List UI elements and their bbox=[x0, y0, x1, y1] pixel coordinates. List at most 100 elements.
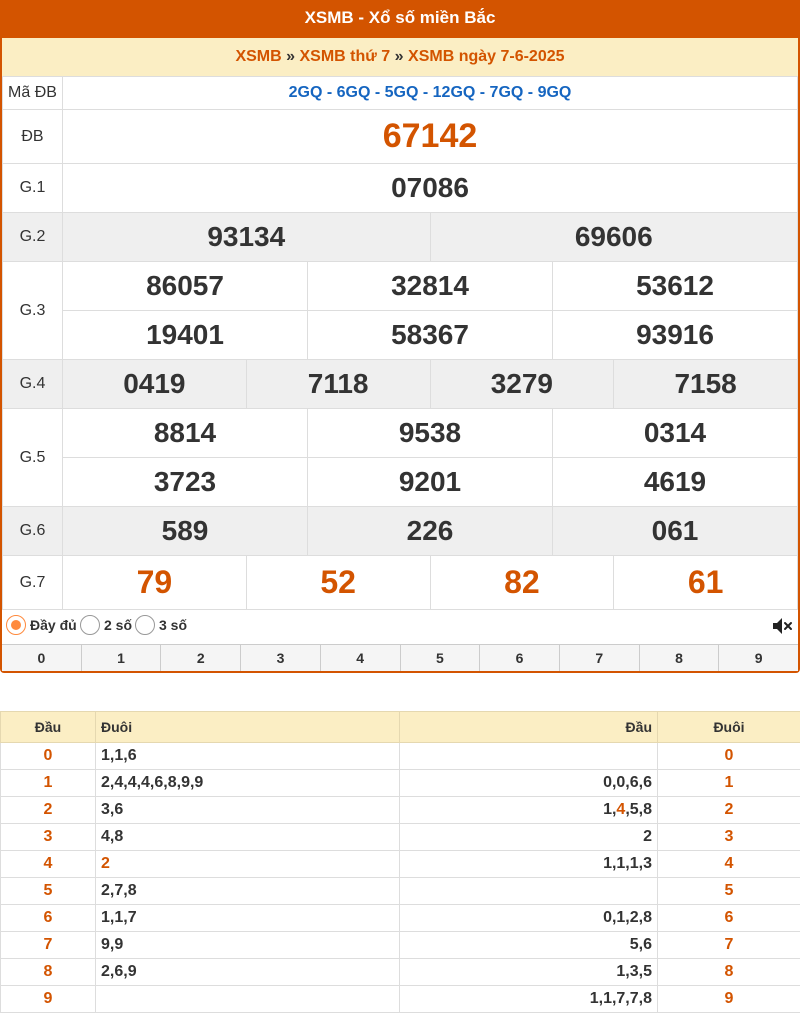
g4-prize: 7118 bbox=[245, 359, 431, 409]
g3-prize: 58367 bbox=[307, 310, 553, 360]
duoi-digit-cell: 1 bbox=[657, 769, 800, 797]
col-header-duoi: Đuôi bbox=[657, 711, 800, 743]
dau-cell: 5 bbox=[0, 877, 96, 905]
g5-prize: 9538 bbox=[307, 408, 553, 458]
dau-list-cell: 1,1,1,3 bbox=[399, 850, 658, 878]
digit-filter[interactable]: 4 bbox=[321, 645, 401, 671]
radio-3-digits[interactable] bbox=[135, 615, 155, 635]
digit-filter[interactable]: 7 bbox=[560, 645, 640, 671]
g6-prize: 589 bbox=[62, 506, 308, 556]
digit-filter[interactable]: 6 bbox=[480, 645, 560, 671]
duoi-digit-cell: 5 bbox=[657, 877, 800, 905]
dau-cell: 3 bbox=[0, 823, 96, 851]
breadcrumb-xsmb[interactable]: XSMB bbox=[235, 48, 281, 65]
option-full[interactable]: Đầy đủ bbox=[6, 615, 77, 635]
table-row: 3 4,8 2 3 bbox=[0, 823, 800, 851]
radio-2-digits[interactable] bbox=[80, 615, 100, 635]
breadcrumb: XSMB » XSMB thứ 7 » XSMB ngày 7-6-2025 bbox=[2, 38, 798, 76]
col-header-dau: Đầu bbox=[399, 711, 658, 743]
digit-filter[interactable]: 5 bbox=[401, 645, 481, 671]
g3-prize: 93916 bbox=[552, 310, 798, 360]
g2-label: G.2 bbox=[2, 212, 63, 262]
g6-label: G.6 bbox=[2, 506, 63, 556]
dau-list-cell: 1,1,7,7,8 bbox=[399, 985, 658, 1013]
g7-prize: 79 bbox=[62, 555, 247, 610]
duoi-digit-cell: 6 bbox=[657, 904, 800, 932]
table-row: 6 1,1,7 0,1,2,8 6 bbox=[0, 904, 800, 932]
ma-db-value: 2GQ - 6GQ - 5GQ - 12GQ - 7GQ - 9GQ bbox=[62, 76, 798, 110]
g1-label: G.1 bbox=[2, 163, 63, 213]
dau-list-cell: 1,3,5 bbox=[399, 958, 658, 986]
table-row: 5 2,7,8 5 bbox=[0, 877, 800, 905]
breadcrumb-sep: » bbox=[286, 48, 296, 65]
duoi-cell: 9,9 bbox=[95, 931, 400, 959]
table-row: 2 3,6 1,4,5,8 2 bbox=[0, 796, 800, 824]
dau-list-cell: 0,0,6,6 bbox=[399, 769, 658, 797]
breadcrumb-sep: » bbox=[394, 48, 404, 65]
duoi-digit-cell: 2 bbox=[657, 796, 800, 824]
radio-full[interactable] bbox=[6, 615, 26, 635]
dau-cell: 0 bbox=[0, 742, 96, 770]
duoi-cell bbox=[95, 985, 400, 1013]
results-table: Mã ĐB 2GQ - 6GQ - 5GQ - 12GQ - 7GQ - 9GQ… bbox=[2, 76, 798, 610]
digit-filter-bar: 0 1 2 3 4 5 6 7 8 9 bbox=[2, 644, 798, 671]
digit-filter[interactable]: 8 bbox=[640, 645, 720, 671]
breadcrumb-xsmb-date[interactable]: XSMB ngày 7-6-2025 bbox=[408, 48, 565, 65]
dau-list-cell: 2 bbox=[399, 823, 658, 851]
display-options: Đầy đủ 2 số 3 số bbox=[2, 610, 798, 644]
g3-prize: 53612 bbox=[552, 261, 798, 311]
dau-list-cell: 5,6 bbox=[399, 931, 658, 959]
duoi-cell: 1,1,6 bbox=[95, 742, 400, 770]
digit-filter[interactable]: 2 bbox=[161, 645, 242, 671]
duoi-cell: 2,6,9 bbox=[95, 958, 400, 986]
table-row: 0 1,1,6 0 bbox=[0, 742, 800, 770]
g7-prize: 82 bbox=[429, 555, 615, 610]
duoi-cell: 2,7,8 bbox=[95, 877, 400, 905]
g5-prize: 3723 bbox=[62, 457, 308, 507]
digit-filter[interactable]: 9 bbox=[719, 645, 798, 671]
digit-filter[interactable]: 0 bbox=[2, 645, 82, 671]
table-row: 7 9,9 5,6 7 bbox=[0, 931, 800, 959]
g5-prize: 8814 bbox=[62, 408, 308, 458]
sound-muted-icon[interactable] bbox=[770, 614, 794, 638]
option-3-digits[interactable]: 3 số bbox=[135, 615, 187, 635]
page-title: XSMB - Xổ số miền Bắc bbox=[0, 0, 800, 38]
g5-prize: 9201 bbox=[307, 457, 553, 507]
dau-cell: 2 bbox=[0, 796, 96, 824]
dau-cell: 9 bbox=[0, 985, 96, 1013]
ma-db-label: Mã ĐB bbox=[2, 76, 63, 110]
g5-label: G.5 bbox=[2, 408, 63, 507]
dau-list-cell: 1,4,5,8 bbox=[399, 796, 658, 824]
breadcrumb-xsmb-thu7[interactable]: XSMB thứ 7 bbox=[300, 48, 391, 65]
g3-prize: 32814 bbox=[307, 261, 553, 311]
duoi-digit-cell: 8 bbox=[657, 958, 800, 986]
g5-prize: 4619 bbox=[552, 457, 798, 507]
duoi-cell: 2 bbox=[95, 850, 400, 878]
g7-label: G.7 bbox=[2, 555, 63, 610]
g1-prize: 07086 bbox=[62, 163, 798, 213]
g4-prize: 7158 bbox=[613, 359, 798, 409]
duoi-digit-cell: 9 bbox=[657, 985, 800, 1013]
dau-cell: 1 bbox=[0, 769, 96, 797]
duoi-digit-cell: 4 bbox=[657, 850, 800, 878]
digit-filter[interactable]: 3 bbox=[241, 645, 321, 671]
g3-prize: 19401 bbox=[62, 310, 308, 360]
table-row: 9 1,1,7,7,8 9 bbox=[0, 985, 800, 1013]
dau-cell: 8 bbox=[0, 958, 96, 986]
digit-filter[interactable]: 1 bbox=[82, 645, 162, 671]
duoi-cell: 4,8 bbox=[95, 823, 400, 851]
g7-prize: 61 bbox=[613, 555, 798, 610]
col-header-dau: Đầu bbox=[0, 711, 96, 743]
duoi-cell: 3,6 bbox=[95, 796, 400, 824]
dau-cell: 4 bbox=[0, 850, 96, 878]
g4-prize: 3279 bbox=[429, 359, 615, 409]
g6-prize: 061 bbox=[552, 506, 798, 556]
duoi-digit-cell: 7 bbox=[657, 931, 800, 959]
g2-prize: 93134 bbox=[62, 212, 431, 262]
db-label: ĐB bbox=[2, 109, 63, 164]
duoi-digit-cell: 3 bbox=[657, 823, 800, 851]
g4-label: G.4 bbox=[2, 359, 63, 409]
option-2-digits[interactable]: 2 số bbox=[80, 615, 132, 635]
loto-rows: 0 1,1,6 0 1 2,4,4,4,6,8,9,9 0,0,6,6 1 2 3,6 1,4,5… bbox=[0, 742, 800, 1013]
g6-prize: 226 bbox=[307, 506, 553, 556]
